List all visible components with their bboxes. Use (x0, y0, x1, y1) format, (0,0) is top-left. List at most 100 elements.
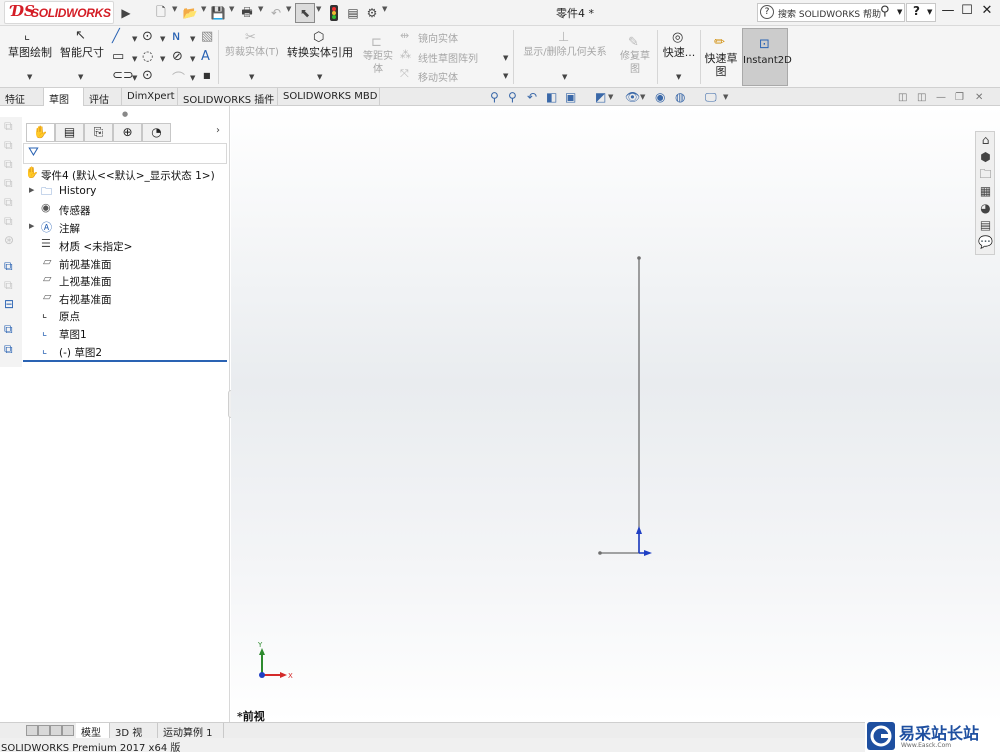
viewport-close-icon[interactable]: ✕ (975, 92, 983, 103)
strip-tool-12-icon[interactable]: ⧉ (4, 342, 13, 357)
move-entities-button[interactable]: 移动实体 (418, 69, 458, 84)
polygon-icon[interactable]: ⊘ (172, 49, 183, 64)
help-search-input[interactable]: ? 搜索 SOLIDWORKS 帮助 ⚲ ▼ (757, 3, 905, 22)
strip-tool-5-icon[interactable]: ⧉ (4, 195, 13, 210)
appearances-icon[interactable]: ◕ (978, 201, 993, 217)
strip-tool-3-icon[interactable]: ⧉ (4, 157, 13, 172)
open-icon[interactable]: 📂 (180, 3, 200, 23)
rebuild-icon[interactable] (324, 3, 344, 23)
sketch-dropdown-icon[interactable]: ▼ (27, 73, 32, 81)
strip-tool-8-icon[interactable]: ⧉ (4, 259, 13, 274)
close-icon[interactable]: ✕ (977, 3, 997, 22)
print-dropdown-icon[interactable]: ▼ (258, 5, 263, 13)
home-icon[interactable]: ⌂ (978, 133, 993, 149)
resources-icon[interactable]: ⬢ (978, 150, 993, 166)
menu-expand-icon[interactable]: ▶ (116, 3, 136, 23)
pattern-dropdown-icon[interactable]: ▼ (503, 54, 508, 62)
graphics-area[interactable]: Y X (231, 106, 1000, 722)
file-explorer-icon[interactable]: ▦ (978, 184, 993, 200)
undo-icon[interactable]: ↶ (266, 3, 286, 23)
save-dropdown-icon[interactable]: ▼ (229, 5, 234, 13)
smart-dim-dropdown-icon[interactable]: ▼ (78, 73, 83, 81)
strip-tool-7-icon[interactable]: ⊛ (4, 233, 14, 247)
zoom-area-icon[interactable]: ⚲ (508, 90, 517, 104)
trim-entities-button[interactable]: 剪裁实体(T) (222, 46, 282, 59)
save-icon[interactable]: 💾 (208, 3, 228, 23)
rapid-sketch-button[interactable]: 快速草图 (702, 52, 740, 78)
tab-3d-view[interactable]: 3D 视图 (110, 723, 158, 752)
property-manager-tab-icon[interactable]: ▤ (55, 123, 84, 142)
line-dropdown-icon[interactable]: ▼ (132, 35, 137, 43)
tab-evaluate[interactable]: 评估 (84, 88, 122, 106)
tab-dimxpert[interactable]: DimXpert (122, 88, 178, 106)
polygon-dropdown-icon[interactable]: ▼ (190, 55, 195, 63)
select-dropdown-icon[interactable]: ▼ (316, 5, 321, 13)
view-settings-icon[interactable]: 🖵 (705, 90, 717, 105)
options-dropdown-icon[interactable]: ▼ (382, 5, 387, 13)
new-document-icon[interactable]: 🗋 (151, 3, 171, 23)
quick-snaps-dropdown-icon[interactable]: ▼ (676, 73, 681, 81)
arc-dropdown-icon[interactable]: ▼ (160, 55, 165, 63)
select-icon[interactable]: ⬉ (295, 3, 315, 23)
viewport-restore-icon[interactable]: ❐ (955, 92, 964, 103)
undo-dropdown-icon[interactable]: ▼ (286, 5, 291, 13)
tab-solidworks-mbd[interactable]: SOLIDWORKS MBD (278, 88, 380, 106)
open-dropdown-icon[interactable]: ▼ (201, 5, 206, 13)
surface-icon[interactable]: ▧ (201, 29, 213, 44)
previous-view-icon[interactable]: ↶ (527, 90, 537, 104)
design-library-icon[interactable]: 🗀 (978, 167, 993, 183)
tab-features[interactable]: 特征 (0, 88, 44, 106)
tab-model[interactable]: 模型 (76, 723, 110, 739)
display-relations-button[interactable]: 显示/删除几何关系 (515, 46, 615, 59)
circle-dropdown-icon[interactable]: ▼ (160, 35, 165, 43)
dynamic-annotation-icon[interactable]: ▣ (565, 90, 576, 104)
last-tab-icon[interactable] (62, 725, 74, 736)
spline-dropdown-icon[interactable]: ▼ (190, 35, 195, 43)
display-manager-tab-icon[interactable]: ◔ (142, 123, 171, 142)
circle-icon[interactable]: ⊙ (142, 29, 153, 44)
expand-arrow-icon[interactable]: ▶ (29, 222, 34, 230)
display-style-dropdown-icon[interactable]: ▼ (640, 93, 645, 101)
point-icon[interactable]: ■ (203, 71, 211, 80)
maximize-icon[interactable]: ☐ (957, 3, 977, 22)
text-icon[interactable]: A (201, 49, 210, 64)
view-orientation-dropdown-icon[interactable]: ▼ (608, 93, 613, 101)
search-dropdown-icon[interactable]: ▼ (897, 8, 902, 16)
ellipse-icon[interactable]: ⊙ (142, 68, 153, 83)
sketch-endpoint[interactable] (598, 551, 602, 555)
tab-motion-study[interactable]: 运动算例 1 (158, 723, 224, 739)
feature-manager-tab-icon[interactable]: ✋ (26, 123, 55, 142)
viewport-left-icon[interactable]: ◫ (898, 92, 907, 103)
viewport-minimize-icon[interactable]: — (936, 92, 946, 103)
new-dropdown-icon[interactable]: ▼ (172, 5, 177, 13)
convert-dropdown-icon[interactable]: ▼ (317, 73, 322, 81)
quick-snaps-button[interactable]: 快速... (659, 46, 699, 59)
view-orientation-icon[interactable]: ◩ (595, 90, 606, 104)
tab-sketch[interactable]: 草图 (44, 88, 84, 106)
panel-grip-icon[interactable]: ● (122, 110, 128, 118)
strip-tool-1-icon[interactable]: ⧉ (4, 119, 13, 134)
sketch-endpoint[interactable] (637, 256, 641, 260)
fillet-icon[interactable]: ⌒ (172, 68, 185, 87)
smart-dimension-button[interactable]: 智能尺寸 (57, 46, 107, 59)
search-icon[interactable]: ⚲ (880, 4, 890, 19)
configuration-manager-tab-icon[interactable]: ⎘ (84, 123, 113, 142)
rollback-bar[interactable] (23, 360, 227, 362)
help-button[interactable]: ? ▼ (906, 3, 936, 22)
options-gear-icon[interactable]: ⚙ (362, 3, 382, 23)
slot-dropdown-icon[interactable]: ▼ (132, 74, 137, 82)
apply-scene-icon[interactable]: ◍ (675, 90, 685, 104)
minimize-icon[interactable]: — (938, 3, 958, 22)
display-style-icon[interactable]: 👁 (625, 90, 640, 104)
move-dropdown-icon[interactable]: ▼ (503, 72, 508, 80)
slot-icon[interactable]: ⊂⊃ (112, 68, 134, 83)
linear-pattern-button[interactable]: 线性草图阵列 (418, 50, 478, 65)
strip-tool-10-icon[interactable]: ⊟ (4, 297, 14, 311)
offset-entities-button[interactable]: 等距实体 (360, 50, 396, 76)
prev-tab-icon[interactable] (38, 725, 50, 736)
relations-dropdown-icon[interactable]: ▼ (562, 73, 567, 81)
section-view-icon[interactable]: ◧ (546, 90, 557, 104)
strip-tool-9-icon[interactable]: ⧉ (4, 278, 13, 293)
print-icon[interactable]: 🖶 (237, 3, 257, 23)
first-tab-icon[interactable] (26, 725, 38, 736)
